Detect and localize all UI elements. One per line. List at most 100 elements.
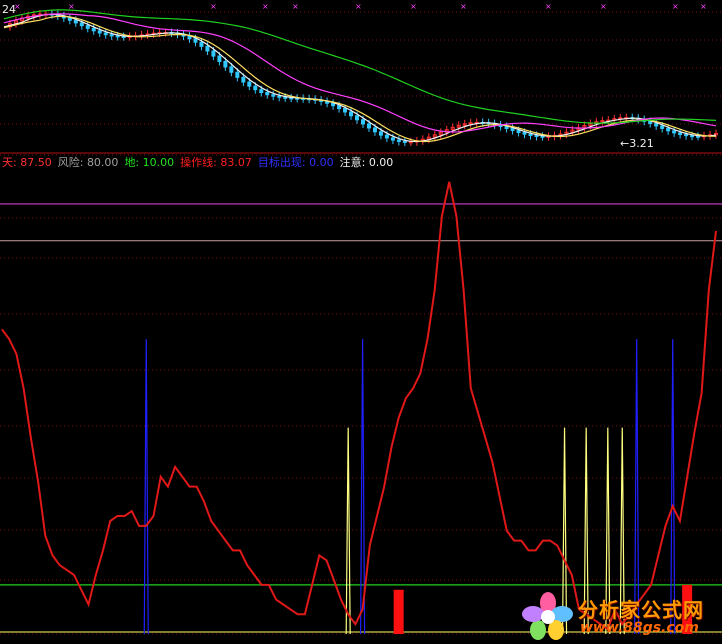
target-spike-0 [143,339,149,635]
low-price-marker: ←3.21 [620,137,654,150]
price-candle-body [522,131,527,135]
price-candle-body [259,89,264,94]
price-candle-body [283,96,288,99]
price-candle-body [253,85,258,91]
price-candle-body [211,50,216,57]
price-ma-long [3,9,717,124]
price-candle-body [468,122,473,125]
price-signal-marker-6: × [410,2,417,11]
price-candle-body [223,60,228,68]
price-signal-marker-10: × [672,2,679,11]
price-candle-body [271,94,276,97]
price-candle-body [360,119,365,125]
price-candle-body [103,32,108,36]
price-candle-body [343,108,348,113]
legend-sky: 天: 87.50 [2,154,52,172]
legend-ground: 地: 10.00 [124,154,174,172]
price-signal-marker-7: × [460,2,467,11]
price-candle-body [199,41,204,47]
legend-sky-value: 87.50 [20,156,52,169]
price-candle-body [402,140,407,143]
legend-risk-key: 风险: [57,156,84,169]
attention-spike-0 [345,427,351,635]
price-candle-body [229,66,234,73]
price-signal-marker-4: × [292,2,299,11]
legend-risk-value: 80.00 [86,156,119,169]
price-candle-body [67,17,72,21]
price-candle-body [672,130,677,134]
flower-logo-icon [522,592,573,640]
price-candle-body [678,132,683,136]
price-candle-body [366,123,371,129]
price-candle-body [235,71,240,78]
price-signal-marker-3: × [262,2,269,11]
price-signal-marker-8: × [545,2,552,11]
price-candle-body [331,102,336,107]
price-candle-body [265,92,270,96]
price-ma-slow [3,13,717,133]
price-candle-body [193,38,198,43]
legend-target-value: 0.00 [309,156,334,169]
price-candle-body [516,130,521,133]
price-candle-body [378,131,383,136]
price-candle-body [121,36,126,39]
price-candle-body [696,135,701,138]
indicator-legend: 天: 87.50 风险: 80.00 地: 10.00 操作线: 83.07 目… [2,154,393,172]
watermark-url: www.88gs.com [580,620,699,636]
price-candle-body [654,123,659,127]
price-candle-body [660,125,665,129]
price-top-label: 24 [2,3,16,16]
price-candle-body [684,134,689,137]
watermark-title: 分析家公式网 [578,598,704,622]
price-candle-body [79,22,84,27]
price-signal-marker-2: × [210,2,217,11]
price-signal-marker-5: × [355,2,362,11]
price-candle-body [355,115,360,121]
price-signal-marker-9: × [600,2,607,11]
price-candle-body [408,141,413,144]
legend-ground-value: 10.00 [142,156,175,169]
price-candle-body [504,126,509,130]
price-candle-body [97,30,102,34]
legend-ground-key: 地: [124,156,140,169]
price-signal-marker-11: × [700,2,707,11]
price-candle-body [109,34,114,37]
price-candle-body [205,45,210,52]
price-candle-body [349,111,354,117]
price-candle-body [510,128,515,132]
price-candle-body [277,95,282,98]
price-candle-body [85,25,90,29]
price-candle-body [217,55,222,62]
legend-attention-key: 注意: [339,156,366,169]
legend-operation: 操作线: 83.07 [180,154,252,172]
price-candle-body [690,135,695,138]
price-candle-body [534,135,539,138]
watermark: 分析家公式网 www.88gs.com [518,590,718,642]
price-candle-body [115,35,120,38]
legend-operation-value: 83.07 [220,156,252,169]
price-candle-body [528,133,533,137]
price-candle-body [648,120,653,125]
chart-canvas: × × × × × × × × × × × × 24 ←3.21 [0,2,722,635]
price-candle-body [337,105,342,110]
legend-attention: 注意: 0.00 [340,154,394,172]
price-candle-body [247,81,252,87]
legend-target-key: 目标出现: [257,156,306,169]
price-candle-body [384,134,389,139]
price-candle-body [396,139,401,142]
legend-attention-value: 0.00 [368,156,394,169]
legend-sky-key: 天: [2,156,17,169]
price-candle-body [540,135,545,138]
price-candle-body [241,76,246,83]
price-candle-body [390,137,395,141]
legend-risk: 风险: 80.00 [58,154,119,172]
legend-operation-key: 操作线: [180,156,217,169]
price-signal-marker-1: × [68,2,75,11]
price-candle-body [372,127,377,133]
price-ma-fast [3,13,717,143]
indicator-panel [0,181,722,635]
price-candle-body [91,27,96,32]
price-candle-body [666,127,671,132]
price-candle-body [73,19,78,24]
signal-bar-0 [393,589,404,634]
